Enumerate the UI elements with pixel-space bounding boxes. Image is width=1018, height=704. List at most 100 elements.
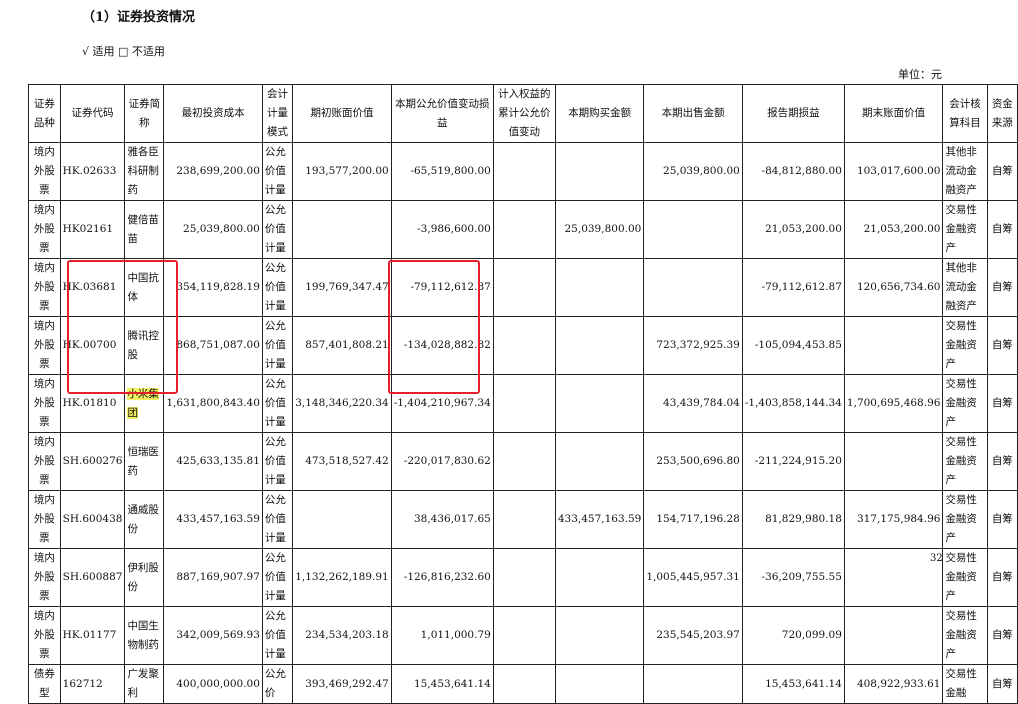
buy-cell	[554, 374, 645, 433]
col-header: 会计核算科目	[942, 84, 988, 143]
end-value-cell: 1,700,695,468.96	[843, 374, 944, 433]
end-value-cell	[843, 548, 944, 607]
cost-cell: 238,699,200.00	[163, 142, 263, 201]
table-row: 境内外股票 HK.01177 中国生物制药 342,009,569.93 公允价值计量 2…	[28, 606, 1018, 665]
col-header: 本期公允价值变动损益	[390, 84, 494, 143]
equity-fv-cell	[492, 258, 556, 317]
page-number: 32	[930, 553, 943, 564]
col-header: 资金来源	[986, 84, 1018, 143]
equity-fv-cell	[492, 664, 556, 704]
type-cell: 境内外股票	[28, 432, 61, 491]
mode-cell: 公允价值计量	[261, 142, 294, 201]
col-header: 证券品种	[28, 84, 61, 143]
annotation-box-fv-change	[388, 260, 480, 394]
source-cell: 自筹	[986, 606, 1018, 665]
pnl-cell: -84,812,880.00	[741, 142, 845, 201]
col-header: 会计计量模式	[261, 84, 294, 143]
source-cell: 自筹	[986, 316, 1018, 375]
col-header: 证券代码	[59, 84, 126, 143]
name-cell: 健倍苗苗	[124, 200, 165, 259]
equity-fv-cell	[492, 316, 556, 375]
table-header-row: 证券品种 证券代码 证券简称 最初投资成本 会计计量模式 期初账面价值 本期公允…	[28, 84, 1018, 143]
end-value-cell	[843, 606, 944, 665]
pnl-cell: -105,094,453.85	[741, 316, 845, 375]
sell-cell: 25,039,800.00	[643, 142, 743, 201]
buy-cell	[554, 606, 645, 665]
begin-value-cell: 393,469,292.47	[292, 664, 392, 704]
col-header: 期末账面价值	[843, 84, 944, 143]
table-row: 境内外股票 HK02161 健倍苗苗 25,039,800.00 公允价值计量 -3,98…	[28, 200, 1018, 259]
table-row: 境内外股票 SH.600438 通威股份 433,457,163.59 公允价值计量 38…	[28, 490, 1018, 549]
cost-cell: 433,457,163.59	[163, 490, 263, 549]
end-value-cell	[843, 316, 944, 375]
fv-change-cell: 38,436,017.65	[390, 490, 494, 549]
buy-cell: 433,457,163.59	[554, 490, 645, 549]
source-cell: 自筹	[986, 432, 1018, 491]
fv-change-cell: -220,017,830.62	[390, 432, 494, 491]
col-header: 最初投资成本	[163, 84, 263, 143]
buy-cell	[554, 142, 645, 201]
source-cell: 自筹	[986, 200, 1018, 259]
begin-value-cell: 857,401,808.21	[292, 316, 392, 375]
type-cell: 境内外股票	[28, 374, 61, 433]
sell-cell: 1,005,445,957.31	[643, 548, 743, 607]
code-cell: HK.02633	[59, 142, 126, 201]
name-cell: 伊利股份	[124, 548, 165, 607]
pnl-cell: 15,453,641.14	[741, 664, 845, 704]
pnl-cell: 81,829,980.18	[741, 490, 845, 549]
code-cell: HK.01177	[59, 606, 126, 665]
fv-change-cell: 15,453,641.14	[390, 664, 494, 704]
fv-change-cell: -65,519,800.00	[390, 142, 494, 201]
table-row: 境内外股票 SH.600887 伊利股份 887,169,907.97 公允价值计量 1,…	[28, 548, 1018, 607]
end-value-cell: 317,175,984.96	[843, 490, 944, 549]
sell-cell: 154,717,196.28	[643, 490, 743, 549]
account-cell: 交易性金融资产	[942, 374, 988, 433]
begin-value-cell	[292, 200, 392, 259]
code-cell: 162712	[59, 664, 126, 704]
type-cell: 境内外股票	[28, 316, 61, 375]
type-cell: 境内外股票	[28, 200, 61, 259]
begin-value-cell	[292, 490, 392, 549]
equity-fv-cell	[492, 374, 556, 433]
name-cell: 中国生物制药	[124, 606, 165, 665]
fv-change-cell: -3,986,600.00	[390, 200, 494, 259]
table-row: 境内外股票 HK.02633 雅各臣科研制药 238,699,200.00 公允价值计量…	[28, 142, 1018, 201]
mode-cell: 公允价	[261, 664, 294, 704]
source-cell: 自筹	[986, 258, 1018, 317]
buy-cell	[554, 432, 645, 491]
table-row: 债券型 162712 广发聚利 400,000,000.00 公允价 393,469,29…	[28, 664, 1018, 704]
source-cell: 自筹	[986, 490, 1018, 549]
account-cell: 其他非流动金融资产	[942, 258, 988, 317]
pnl-cell: -1,403,858,144.34	[741, 374, 845, 433]
cost-cell: 425,633,135.81	[163, 432, 263, 491]
buy-cell	[554, 548, 645, 607]
cost-cell: 1,631,800,843.40	[163, 374, 263, 433]
mode-cell: 公允价值计量	[261, 606, 294, 665]
end-value-cell: 103,017,600.00	[843, 142, 944, 201]
type-cell: 债券型	[28, 664, 61, 704]
buy-cell	[554, 316, 645, 375]
account-cell: 交易性金融资产	[942, 432, 988, 491]
source-cell: 自筹	[986, 142, 1018, 201]
equity-fv-cell	[492, 490, 556, 549]
equity-fv-cell	[492, 548, 556, 607]
type-cell: 境内外股票	[28, 606, 61, 665]
name-cell: 通威股份	[124, 490, 165, 549]
end-value-cell	[843, 432, 944, 491]
source-cell: 自筹	[986, 374, 1018, 433]
mode-cell: 公允价值计量	[261, 258, 294, 317]
equity-fv-cell	[492, 432, 556, 491]
account-cell: 交易性金融资产	[942, 548, 988, 607]
sell-cell	[643, 664, 743, 704]
mode-cell: 公允价值计量	[261, 316, 294, 375]
mode-cell: 公允价值计量	[261, 490, 294, 549]
end-value-cell: 408,922,933.61	[843, 664, 944, 704]
equity-fv-cell	[492, 142, 556, 201]
section-heading: （1）证券投资情况	[82, 10, 196, 25]
name-cell: 广发聚利	[124, 664, 165, 704]
col-header: 报告期损益	[741, 84, 845, 143]
begin-value-cell: 1,132,262,189.91	[292, 548, 392, 607]
type-cell: 境内外股票	[28, 490, 61, 549]
pnl-cell: -211,224,915.20	[741, 432, 845, 491]
type-cell: 境内外股票	[28, 142, 61, 201]
